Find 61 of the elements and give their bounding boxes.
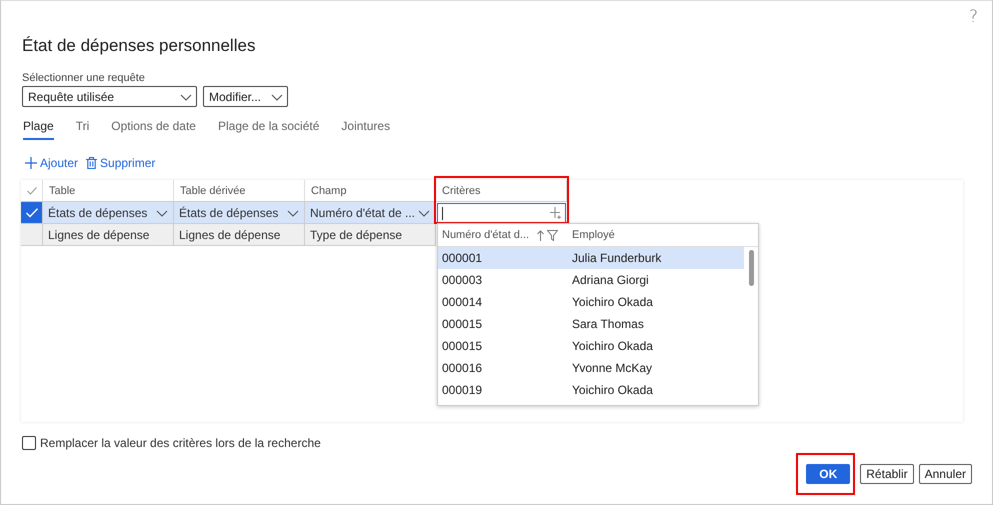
help-button[interactable]: ? [968, 7, 978, 27]
dropdown-cell[interactable]: Numéro d'état de ... [305, 202, 436, 224]
table-cell: 000003 [442, 273, 482, 287]
table-cell: Yoichiro Okada [572, 295, 653, 309]
lookup-row[interactable]: 000001 Julia Funderburk [438, 247, 744, 269]
tab[interactable]: Jointures [341, 119, 390, 140]
checkmark-icon [26, 208, 38, 218]
tab[interactable]: Plage de la société [218, 119, 320, 140]
filter-icon [547, 230, 558, 240]
criteria-input[interactable] [437, 203, 566, 223]
table-cell: Yvonne McKay [572, 361, 652, 375]
table-cell: 000014 [442, 295, 482, 309]
lookup-row[interactable]: 000003 Adriana Giorgi [438, 269, 744, 291]
chevron-down-icon [156, 208, 168, 218]
table-cell: Yoichiro Okada [572, 339, 653, 353]
plus-icon [25, 157, 37, 169]
tab[interactable]: Plage [23, 119, 54, 140]
checkmark-icon [26, 186, 36, 194]
table-cell: 000016 [442, 361, 482, 375]
table-cell: Type de dépense [305, 224, 436, 246]
modify-button[interactable]: Modifier... [203, 86, 288, 107]
lookup-icon [550, 207, 563, 219]
table-cell: 000001 [442, 251, 482, 265]
table-cell: Julia Funderburk [572, 251, 662, 265]
column-header[interactable]: Employé [572, 229, 615, 241]
chevron-down-icon [418, 208, 430, 218]
add-button[interactable]: Ajouter [25, 156, 78, 170]
tab[interactable]: Tri [76, 119, 90, 140]
table-cell: 000019 [442, 383, 482, 397]
dialog-button[interactable]: Annuler [918, 464, 972, 484]
ok-button[interactable]: OK [806, 464, 850, 484]
lookup-row[interactable]: 000014 Yoichiro Okada [438, 291, 744, 313]
column-header[interactable]: Numéro d'état d... [442, 229, 530, 241]
table-cell: 000015 [442, 339, 482, 353]
dialog-title: État de dépenses personnelles [22, 36, 256, 56]
table-cell: Sara Thomas [572, 317, 644, 331]
table-cell: 000015 [442, 317, 482, 331]
table-cell: Adriana Giorgi [572, 273, 649, 287]
sort-up-icon [537, 230, 544, 240]
lookup-row[interactable]: 000015 Sara Thomas [438, 313, 744, 335]
dialog-button[interactable]: Rétablir [860, 464, 914, 484]
row-selector[interactable] [21, 202, 43, 224]
chevron-down-icon [287, 208, 299, 218]
scrollbar-thumb[interactable] [749, 250, 754, 286]
field-label: Sélectionner une requête [22, 72, 146, 84]
lookup-row[interactable]: 000016 Yvonne McKay [438, 357, 744, 379]
table-cell: Lignes de dépense [174, 224, 305, 246]
tab[interactable]: Options de date [111, 119, 196, 140]
table-cell: Lignes de dépense [43, 224, 174, 246]
lookup-row[interactable]: 000015 Yoichiro Okada [438, 335, 744, 357]
checkbox[interactable] [22, 436, 36, 450]
dropdown-cell[interactable]: États de dépenses [43, 202, 174, 224]
checkbox-label: Remplacer la valeur des critères lors de la recherche [40, 436, 321, 450]
dropdown-cell[interactable]: États de dépenses [174, 202, 305, 224]
chevron-down-icon [180, 92, 192, 102]
chevron-down-icon [271, 92, 283, 102]
table-cell: Yoichiro Okada [572, 383, 653, 397]
trash-icon [86, 157, 98, 169]
query-dropdown[interactable]: Requête utilisée [22, 86, 197, 107]
delete-button[interactable]: Supprimer [86, 156, 156, 170]
lookup-row[interactable]: 000019 Yoichiro Okada [438, 379, 744, 401]
